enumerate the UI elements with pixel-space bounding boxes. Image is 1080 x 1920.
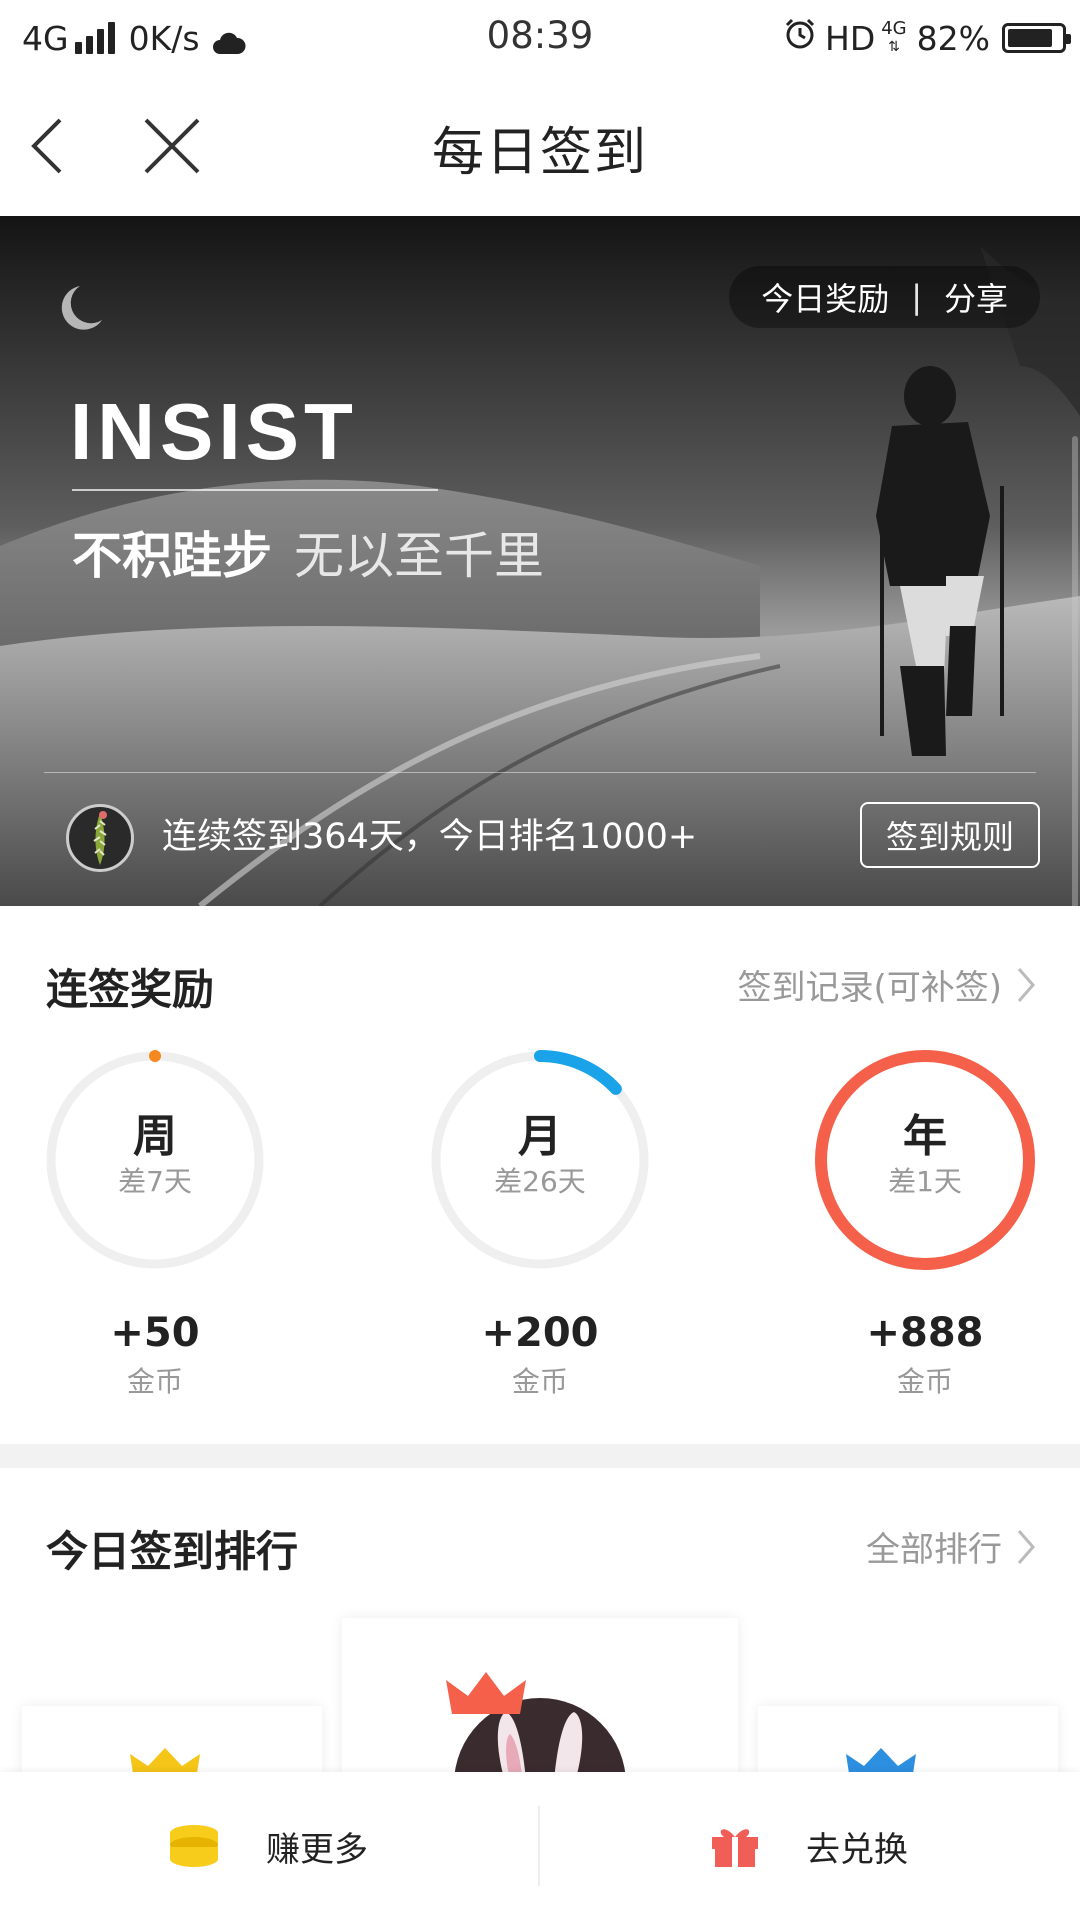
checkin-banner: 今日奖励 | 分享 INSIST 不积跬步 无以至千里 连续签到364天，今日排名… bbox=[0, 216, 1080, 906]
ring-remaining-label: 差1天 bbox=[888, 1165, 962, 1198]
motto-light: 无以至千里 bbox=[294, 527, 544, 585]
reward-unit: 金币 bbox=[896, 1365, 953, 1398]
reward-amount: +200 bbox=[481, 1310, 599, 1356]
battery-percent: 82% bbox=[916, 18, 990, 58]
streak-ring-2: 年差1天 bbox=[815, 1050, 1035, 1270]
share-link[interactable]: 分享 bbox=[944, 274, 1008, 320]
motto-bold: 不积跬步 bbox=[72, 527, 272, 585]
today-reward-link[interactable]: 今日奖励 bbox=[761, 274, 889, 320]
ring-period-label: 月 bbox=[518, 1111, 562, 1162]
data-4g-label: 4G bbox=[881, 18, 907, 39]
banner-actions: 今日奖励 | 分享 bbox=[729, 266, 1040, 328]
ring-remaining-label: 差26天 bbox=[494, 1165, 586, 1198]
ring-period-label: 周 bbox=[133, 1111, 177, 1162]
ring-remaining-label: 差7天 bbox=[118, 1165, 192, 1198]
crown-icon-red bbox=[446, 1672, 526, 1714]
chevron-right-icon bbox=[1017, 967, 1035, 1002]
bottom-action-bar: 赚更多 去兑换 bbox=[0, 1772, 1080, 1920]
battery-icon bbox=[1002, 23, 1071, 53]
hd-badge: HD bbox=[825, 18, 876, 58]
banner-divider bbox=[44, 772, 1036, 773]
reward-unit: 金币 bbox=[126, 1365, 183, 1398]
all-ranking-label: 全部排行 bbox=[866, 1530, 1002, 1570]
chevron-right-icon bbox=[1017, 1529, 1035, 1564]
banner-headline: INSIST bbox=[70, 387, 358, 476]
page-title: 每日签到 bbox=[431, 123, 648, 183]
headline-underline bbox=[72, 489, 438, 491]
streak-summary: 连续签到364天，今日排名1000+ bbox=[162, 817, 698, 857]
scrollbar[interactable] bbox=[1072, 436, 1078, 906]
earn-more-label: 赚更多 bbox=[266, 1829, 368, 1870]
coin-stack-icon bbox=[170, 1825, 218, 1867]
ranking-title: 今日签到排行 bbox=[46, 1527, 299, 1576]
streak-rewards-title: 连签奖励 bbox=[46, 965, 215, 1014]
ring-period-label: 年 bbox=[903, 1111, 947, 1162]
separator: | bbox=[911, 278, 922, 316]
data-4g-icon: 4G ⇅ bbox=[881, 18, 907, 56]
reward-unit: 金币 bbox=[511, 1365, 568, 1398]
checkin-record-link[interactable]: 签到记录(可补签) bbox=[737, 960, 1036, 1009]
gift-icon bbox=[712, 1829, 758, 1867]
banner-motto: 不积跬步 无以至千里 bbox=[72, 516, 544, 588]
checkin-record-label: 签到记录(可补签) bbox=[737, 968, 1002, 1008]
user-avatar[interactable] bbox=[66, 804, 134, 872]
status-bar: 4G 0K/s 08:39 HD 4G ⇅ 82% bbox=[0, 0, 1080, 76]
redeem-button[interactable]: 去兑换 bbox=[710, 1772, 908, 1920]
alarm-icon bbox=[783, 17, 817, 59]
earn-more-button[interactable]: 赚更多 bbox=[168, 1772, 368, 1920]
streak-reward: +888 金币 bbox=[815, 1310, 1035, 1400]
reward-amount: +888 bbox=[866, 1310, 984, 1356]
reward-amount: +50 bbox=[110, 1310, 200, 1356]
streak-reward: +50 金币 bbox=[45, 1310, 265, 1400]
streak-ring-0: 周差7天 bbox=[45, 1050, 265, 1270]
title-bar: 每日签到 bbox=[0, 76, 1080, 216]
status-right: HD 4G ⇅ 82% bbox=[783, 14, 1071, 62]
checkin-rules-button[interactable]: 签到规则 bbox=[860, 802, 1040, 868]
bottom-divider bbox=[538, 1806, 540, 1886]
redeem-label: 去兑换 bbox=[806, 1829, 908, 1870]
streak-reward: +200 金币 bbox=[430, 1310, 650, 1400]
all-ranking-link[interactable]: 全部排行 bbox=[866, 1522, 1036, 1571]
streak-ring-1: 月差26天 bbox=[430, 1050, 650, 1270]
section-gap bbox=[0, 1444, 1080, 1468]
